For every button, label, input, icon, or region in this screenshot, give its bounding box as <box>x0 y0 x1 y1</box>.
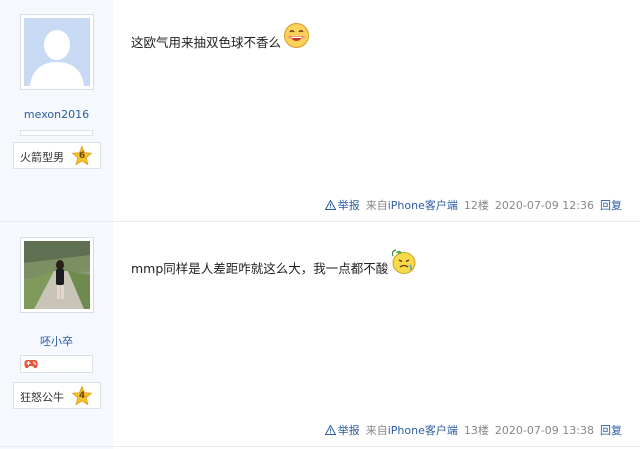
report-label: 举报 <box>337 199 360 212</box>
post-12: mexon2016 火箭型男 6 这欧气用来抽双色球不香么 举报 来自 iPho… <box>0 0 640 221</box>
level-progress-bar <box>20 130 93 136</box>
device-link[interactable]: iPhone客户端 <box>388 197 458 213</box>
laughing-face-emoji-icon <box>283 22 310 49</box>
post-13: 呸小卒 狂怒公牛 4 mmp同样是人差距咋就这么大，我一点都不酸 举报 来自 i… <box>0 222 640 449</box>
title-badge-label: 火箭型男 <box>20 151 64 164</box>
device-link[interactable]: iPhone客户端 <box>388 422 458 438</box>
post-content: mmp同样是人差距咋就这么大，我一点都不酸 <box>131 249 417 283</box>
username[interactable]: mexon2016 <box>0 108 113 121</box>
title-badge: 火箭型男 6 <box>13 142 101 169</box>
source-prefix: 来自 <box>365 199 388 212</box>
post-text: mmp同样是人差距咋就这么大，我一点都不酸 <box>131 261 389 276</box>
avatar[interactable] <box>20 14 94 90</box>
post-time: 2020-07-09 13:38 <box>494 423 594 437</box>
warning-triangle-icon <box>324 425 336 435</box>
author-panel: mexon2016 火箭型男 6 <box>0 0 113 221</box>
floor-number: 13楼 <box>463 424 489 437</box>
source-prefix: 来自 <box>365 424 388 437</box>
post-footer: 举报 来自 iPhone客户端 13楼 2020-07-09 13:38 回复 <box>324 422 622 438</box>
floor-number: 12楼 <box>463 199 489 212</box>
sour-lemon-face-emoji-icon <box>390 248 417 275</box>
post-time: 2020-07-09 12:36 <box>494 198 594 212</box>
author-panel: 呸小卒 狂怒公牛 4 <box>0 222 113 449</box>
level-number: 6 <box>78 151 86 161</box>
avatar[interactable] <box>20 237 94 313</box>
post-content: 这欧气用来抽双色球不香么 <box>131 23 310 57</box>
game-controller-icon <box>24 360 38 369</box>
title-badge: 狂怒公牛 4 <box>13 382 101 409</box>
report-label: 举报 <box>337 424 360 437</box>
username[interactable]: 呸小卒 <box>0 333 113 349</box>
report-button[interactable]: 举报 <box>324 422 360 438</box>
title-badge-label: 狂怒公牛 <box>20 391 64 404</box>
reply-button[interactable]: 回复 <box>600 197 622 213</box>
post-footer: 举报 来自 iPhone客户端 12楼 2020-07-09 12:36 回复 <box>324 197 622 213</box>
reply-button[interactable]: 回复 <box>600 422 622 438</box>
level-number: 4 <box>78 391 86 401</box>
default-avatar-icon <box>24 18 90 86</box>
level-star-icon: 4 <box>71 385 93 406</box>
post-text: 这欧气用来抽双色球不香么 <box>131 35 282 50</box>
user-photo-avatar <box>24 241 90 309</box>
report-button[interactable]: 举报 <box>324 197 360 213</box>
warning-triangle-icon <box>324 200 336 210</box>
post-divider <box>0 446 640 447</box>
thread: mexon2016 火箭型男 6 这欧气用来抽双色球不香么 举报 来自 iPho… <box>0 0 640 449</box>
medal-box <box>20 355 93 373</box>
level-star-icon: 6 <box>71 145 93 166</box>
